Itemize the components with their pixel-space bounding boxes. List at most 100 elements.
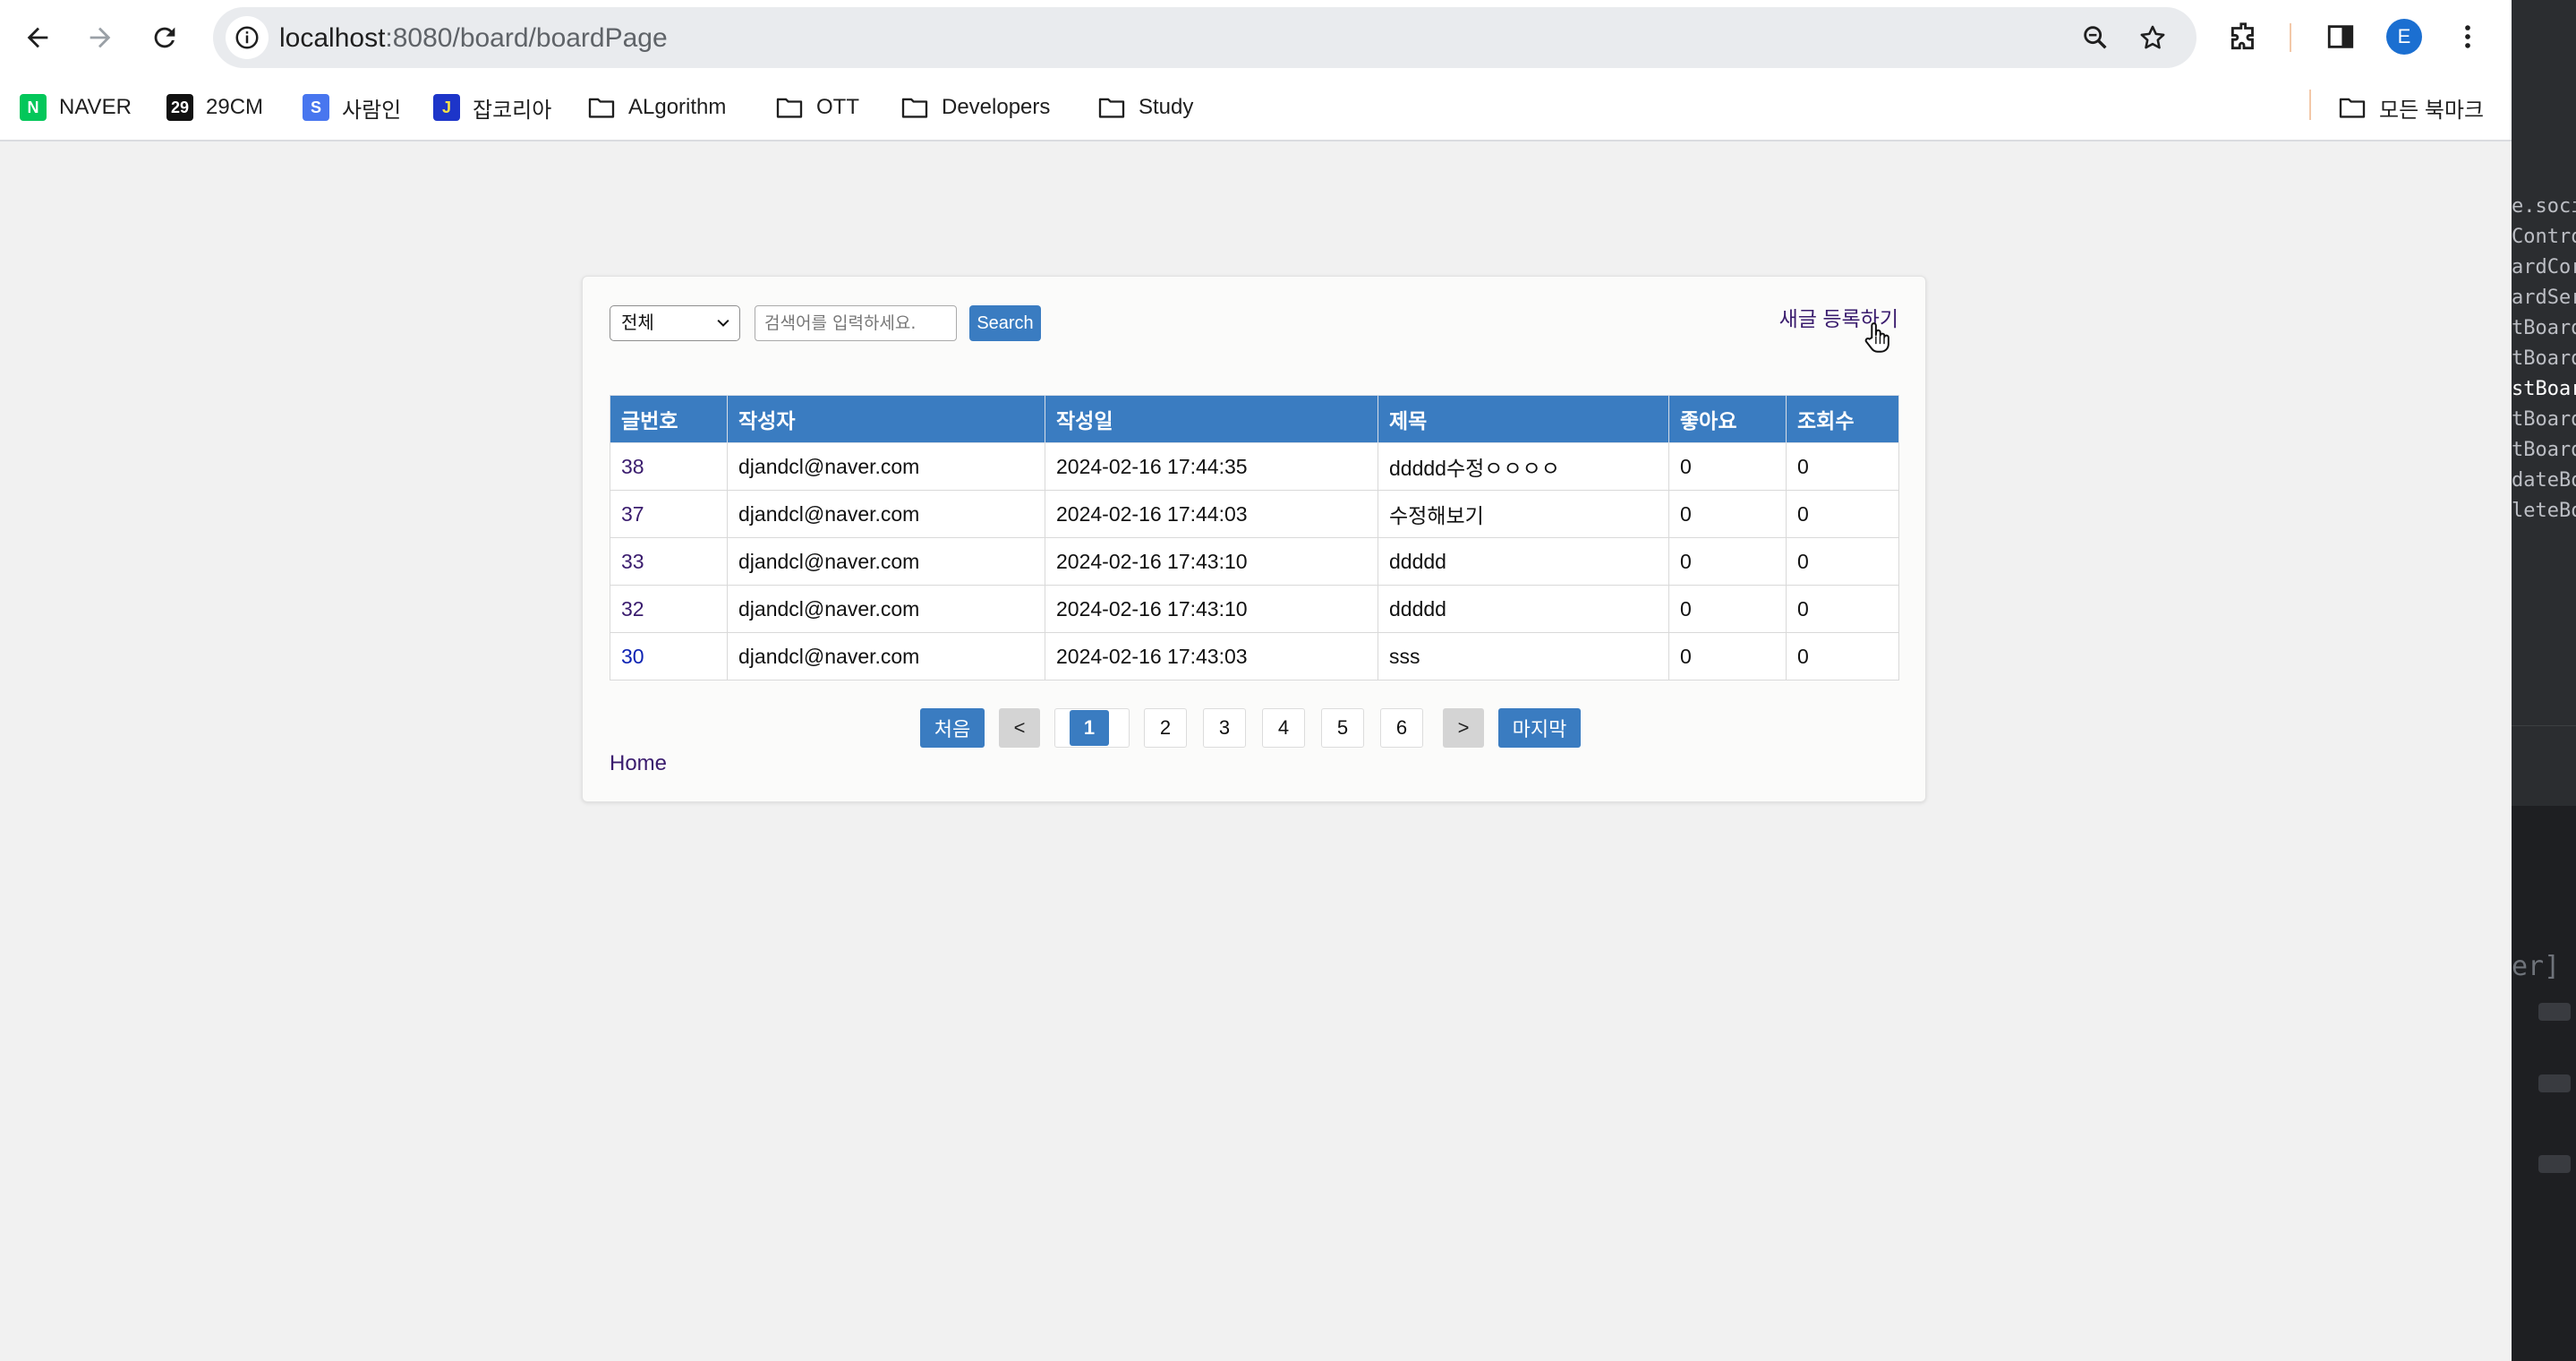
zoom-icon[interactable] bbox=[2080, 22, 2111, 53]
search-button[interactable]: Search bbox=[969, 305, 1041, 341]
back-arrow-icon bbox=[27, 27, 48, 48]
post-title: ddddd bbox=[1378, 585, 1669, 633]
site-info-button[interactable] bbox=[226, 16, 269, 59]
post-author: djandcl@naver.com bbox=[727, 632, 1045, 680]
url-path: :8080/board/boardPage bbox=[385, 23, 668, 53]
ide-code-line: e.socia bbox=[2512, 195, 2576, 218]
page-button[interactable]: 6 bbox=[1380, 708, 1423, 748]
ide-code-line: Contro bbox=[2512, 226, 2576, 248]
table-row: 33 djandcl@naver.com 2024-02-16 17:43:10… bbox=[610, 537, 1899, 586]
info-icon bbox=[235, 26, 259, 49]
board-card: 전체 Search 새글 등록하기 글번호 bbox=[582, 276, 1926, 802]
page-button[interactable]: 3 bbox=[1203, 708, 1246, 748]
forward-button[interactable] bbox=[77, 14, 124, 61]
post-author: djandcl@naver.com bbox=[727, 442, 1045, 491]
bookmarks-bar: N NAVER 29 29CM S 사람인 J 잡코리아 ALgorithm O… bbox=[0, 75, 2512, 141]
post-views: 0 bbox=[1786, 585, 1899, 633]
bookmark-saramin[interactable]: S 사람인 bbox=[303, 88, 401, 127]
bookmark-label: OTT bbox=[816, 95, 859, 119]
bookmark-star-icon[interactable] bbox=[2137, 22, 2168, 53]
back-button[interactable] bbox=[14, 14, 61, 61]
table-row: 37 djandcl@naver.com 2024-02-16 17:44:03… bbox=[610, 490, 1899, 538]
page-button[interactable]: 5 bbox=[1321, 708, 1364, 748]
post-id-link[interactable]: 38 bbox=[610, 442, 728, 491]
board-table: 글번호 작성자 작성일 제목 좋아요 조회수 38 djandcl@naver.… bbox=[610, 395, 1899, 680]
post-date: 2024-02-16 17:43:03 bbox=[1045, 632, 1378, 680]
post-title: 수정해보기 bbox=[1378, 490, 1669, 538]
ide-code-line: leteBo bbox=[2512, 500, 2576, 522]
post-views: 0 bbox=[1786, 442, 1899, 491]
prev-page-button[interactable]: < bbox=[999, 708, 1040, 748]
column-header-views: 조회수 bbox=[1786, 395, 1899, 443]
bookmark-label: ALgorithm bbox=[628, 95, 727, 119]
ide-code-line: tBoard bbox=[2512, 408, 2576, 431]
page-button-current[interactable]: 1 bbox=[1054, 708, 1130, 748]
column-header-date: 작성일 bbox=[1045, 395, 1378, 443]
post-likes: 0 bbox=[1668, 490, 1787, 538]
post-id-link[interactable]: 37 bbox=[610, 490, 728, 538]
url-host: localhost bbox=[279, 23, 386, 53]
search-input[interactable] bbox=[755, 305, 957, 341]
post-likes: 0 bbox=[1668, 537, 1787, 586]
home-link[interactable]: Home bbox=[610, 751, 667, 776]
bookmark-label: Developers bbox=[942, 95, 1051, 119]
bookmark-29cm[interactable]: 29 29CM bbox=[166, 88, 263, 127]
profile-avatar[interactable]: E bbox=[2386, 19, 2422, 55]
post-author: djandcl@naver.com bbox=[727, 537, 1045, 586]
ide-button[interactable] bbox=[2538, 1074, 2571, 1092]
ide-code-line: tBoard bbox=[2512, 439, 2576, 461]
post-likes: 0 bbox=[1668, 442, 1787, 491]
bookmark-folder-algorithm[interactable]: ALgorithm bbox=[587, 88, 726, 127]
table-row: 32 djandcl@naver.com 2024-02-16 17:43:10… bbox=[610, 585, 1899, 633]
page-button[interactable]: 2 bbox=[1144, 708, 1187, 748]
ide-panel: er] bbox=[2512, 806, 2576, 1361]
bookmark-folder-developers[interactable]: Developers bbox=[900, 88, 1050, 127]
ide-code-line: ardCor bbox=[2512, 256, 2576, 278]
extensions-button[interactable] bbox=[2225, 18, 2263, 56]
bookmark-naver[interactable]: N NAVER bbox=[20, 88, 132, 127]
bookmark-jobkorea[interactable]: J 잡코리아 bbox=[433, 88, 551, 127]
ide-button[interactable] bbox=[2538, 1003, 2571, 1021]
post-date: 2024-02-16 17:44:35 bbox=[1045, 442, 1378, 491]
browser-menu-button[interactable] bbox=[2449, 18, 2486, 56]
reload-icon bbox=[154, 27, 175, 48]
forward-arrow-icon bbox=[90, 27, 111, 48]
post-id-link[interactable]: 30 bbox=[610, 632, 728, 680]
table-row: 30 djandcl@naver.com 2024-02-16 17:43:03… bbox=[610, 632, 1899, 680]
post-likes: 0 bbox=[1668, 585, 1787, 633]
folder-icon bbox=[901, 98, 928, 118]
search-type-select[interactable]: 전체 bbox=[610, 305, 740, 341]
ide-button[interactable] bbox=[2538, 1155, 2571, 1173]
browser-toolbar: localhost:8080/board/boardPage E bbox=[0, 0, 2512, 75]
hand-cursor-icon bbox=[1864, 322, 1889, 353]
bookmark-label: 모든 북마크 bbox=[2379, 98, 2485, 123]
post-date: 2024-02-16 17:43:10 bbox=[1045, 537, 1378, 586]
page-button[interactable]: 4 bbox=[1262, 708, 1305, 748]
address-bar[interactable]: localhost:8080/board/boardPage bbox=[213, 7, 2196, 68]
page-viewport: 전체 Search 새글 등록하기 글번호 bbox=[0, 141, 2512, 1361]
bookmark-label: 사람인 bbox=[342, 98, 402, 123]
toolbar-divider bbox=[2290, 23, 2291, 52]
first-page-button[interactable]: 처음 bbox=[920, 708, 985, 748]
folder-icon bbox=[1098, 98, 1125, 118]
post-views: 0 bbox=[1786, 490, 1899, 538]
saramin-favicon-icon: S bbox=[303, 94, 329, 121]
post-date: 2024-02-16 17:44:03 bbox=[1045, 490, 1378, 538]
search-type-value: 전체 bbox=[621, 313, 654, 333]
bookmarks-divider bbox=[2309, 90, 2311, 120]
bookmark-label: 29CM bbox=[206, 95, 264, 119]
post-id-link[interactable]: 33 bbox=[610, 537, 728, 586]
ide-code-line: ardSer bbox=[2512, 287, 2576, 309]
bookmark-label: Study bbox=[1139, 95, 1194, 119]
all-bookmarks-folder[interactable]: 모든 북마크 bbox=[2338, 88, 2484, 127]
last-page-button[interactable]: 마지막 bbox=[1498, 708, 1581, 748]
post-title: ddddd수정ㅇㅇㅇㅇ bbox=[1378, 442, 1669, 491]
side-panel-button[interactable] bbox=[2322, 18, 2359, 56]
more-vert-icon bbox=[2465, 25, 2470, 48]
bookmark-folder-study[interactable]: Study bbox=[1097, 88, 1193, 127]
next-page-button[interactable]: > bbox=[1443, 708, 1484, 748]
reload-button[interactable] bbox=[141, 14, 188, 61]
bookmark-folder-ott[interactable]: OTT bbox=[775, 88, 859, 127]
browser-window: localhost:8080/board/boardPage E N NAVER… bbox=[0, 0, 2512, 1361]
post-id-link[interactable]: 32 bbox=[610, 585, 728, 633]
